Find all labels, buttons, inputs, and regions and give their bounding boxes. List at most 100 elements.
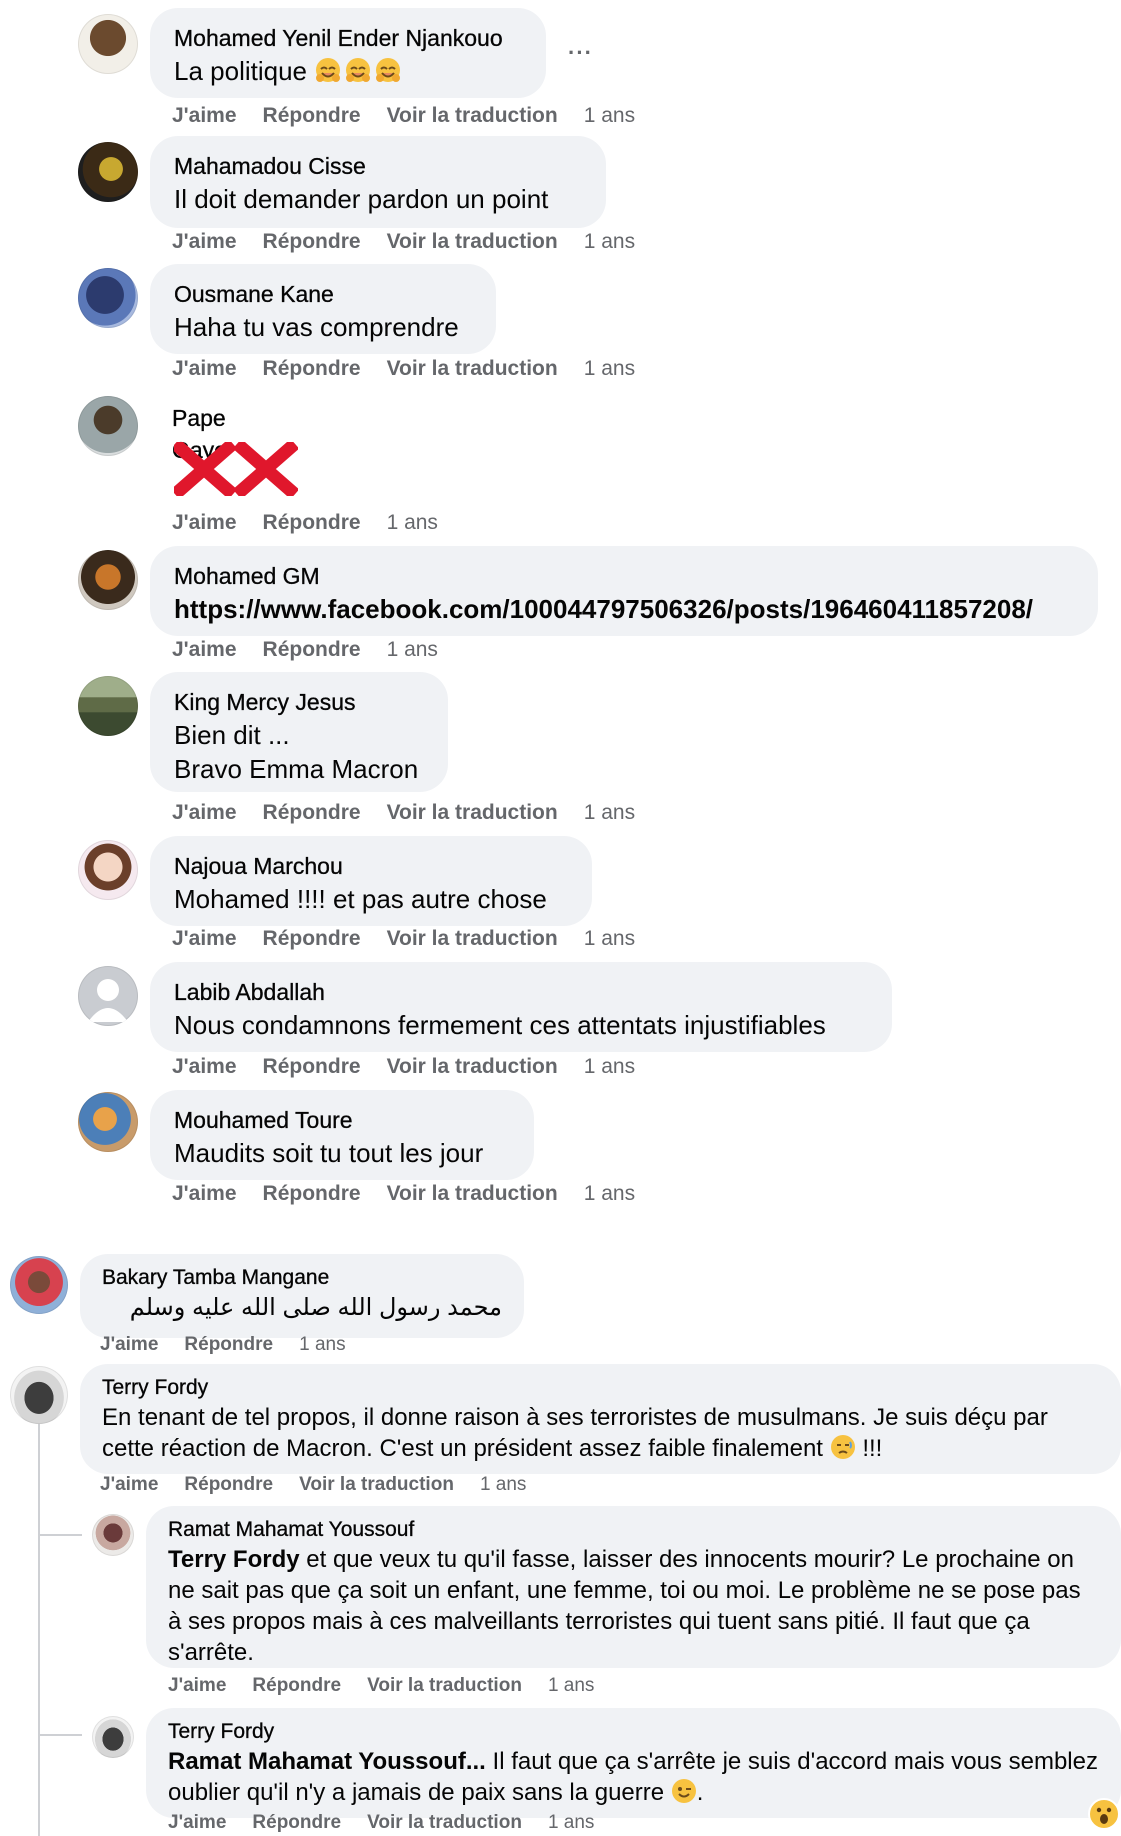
avatar[interactable] (78, 676, 138, 736)
like-button[interactable]: J'aime (172, 230, 237, 253)
avatar[interactable] (78, 966, 138, 1026)
timestamp[interactable]: 1 ans (584, 230, 635, 253)
author-name[interactable]: Mohamed Yenil Ender Njankouo (174, 22, 522, 54)
default-avatar-icon (88, 979, 128, 1022)
comment-bubble: Bakary Tamba Mangane محمد رسول الله صلى … (80, 1254, 524, 1338)
timestamp[interactable]: 1 ans (480, 1474, 526, 1495)
author-name[interactable]: Mouhamed Toure (174, 1104, 510, 1136)
translate-button[interactable]: Voir la traduction (367, 1675, 522, 1696)
reply-button[interactable]: Répondre (184, 1474, 273, 1495)
comment-text: Il doit demander pardon un point (174, 184, 549, 214)
reply-button[interactable]: Répondre (263, 1055, 361, 1078)
avatar[interactable] (78, 1092, 138, 1152)
reply-button[interactable]: Répondre (263, 927, 361, 950)
comment-bubble: Ousmane Kane Haha tu vas comprendre (150, 264, 496, 354)
translate-button[interactable]: Voir la traduction (387, 1055, 558, 1078)
comment-actions: J'aime Répondre 1 ans (172, 638, 464, 662)
comment-bubble: Mouhamed Toure Maudits soit tu tout les … (150, 1090, 534, 1180)
avatar[interactable] (78, 268, 138, 328)
like-button[interactable]: J'aime (172, 104, 237, 127)
like-button[interactable]: J'aime (172, 357, 237, 380)
translate-button[interactable]: Voir la traduction (387, 357, 558, 380)
timestamp[interactable]: 1 ans (548, 1812, 594, 1833)
comment-actions: J'aime Répondre Voir la traduction 1 ans (172, 104, 661, 128)
author-name[interactable]: Najoua Marchou (174, 850, 568, 882)
avatar[interactable] (78, 14, 138, 74)
like-button[interactable]: J'aime (168, 1675, 226, 1696)
reply-button[interactable]: Répondre (184, 1334, 273, 1355)
comment-text: Maudits soit tu tout les jour (174, 1138, 484, 1168)
comment-bubble: King Mercy Jesus Bien dit ... Bravo Emma… (150, 672, 448, 792)
like-button[interactable]: J'aime (100, 1334, 158, 1355)
reply-button[interactable]: Répondre (263, 511, 361, 534)
translate-button[interactable]: Voir la traduction (367, 1812, 522, 1833)
comment-bubble: Najoua Marchou Mohamed !!!! et pas autre… (150, 836, 592, 926)
like-button[interactable]: J'aime (172, 801, 237, 824)
avatar[interactable] (78, 840, 138, 900)
mention-link[interactable]: Ramat Mahamat Youssouf... (168, 1748, 486, 1775)
comment-bubble: Mohamed Yenil Ender Njankouo La politiqu… (150, 8, 546, 98)
like-button[interactable]: J'aime (168, 1812, 226, 1833)
reply-button[interactable]: Répondre (263, 1182, 361, 1205)
comment-actions: J'aime Répondre 1 ans (100, 1334, 372, 1356)
comment-link[interactable]: https://www.facebook.com/100044797506326… (174, 592, 1074, 626)
reply-button[interactable]: Répondre (263, 638, 361, 661)
timestamp[interactable]: 1 ans (387, 638, 438, 661)
translate-button[interactable]: Voir la traduction (387, 801, 558, 824)
like-button[interactable]: J'aime (100, 1474, 158, 1495)
thread-line (38, 1424, 40, 1836)
author-name[interactable]: Mohamed GM (174, 560, 1074, 592)
reply-button[interactable]: Répondre (252, 1812, 341, 1833)
hugging-face-icon (314, 56, 404, 92)
author-name[interactable]: Terry Fordy (168, 1718, 1099, 1746)
timestamp[interactable]: 1 ans (584, 927, 635, 950)
author-name[interactable]: Bakary Tamba Mangane (102, 1264, 502, 1292)
translate-button[interactable]: Voir la traduction (387, 104, 558, 127)
author-name[interactable]: King Mercy Jesus (174, 686, 424, 718)
thread-connector (38, 1534, 82, 1536)
like-button[interactable]: J'aime (172, 638, 237, 661)
avatar[interactable] (10, 1366, 68, 1424)
reply-button[interactable]: Répondre (263, 357, 361, 380)
avatar[interactable] (92, 1514, 134, 1556)
translate-button[interactable]: Voir la traduction (387, 230, 558, 253)
like-button[interactable]: J'aime (172, 511, 237, 534)
comment-actions: J'aime Répondre Voir la traduction 1 ans (172, 927, 661, 951)
timestamp[interactable]: 1 ans (584, 104, 635, 127)
author-name[interactable]: Terry Fordy (102, 1374, 1099, 1402)
comment-bubble: Mohamed GM https://www.facebook.com/1000… (150, 546, 1098, 636)
timestamp[interactable]: 1 ans (584, 357, 635, 380)
comment-text: Haha tu vas comprendre (174, 312, 459, 342)
translate-button[interactable]: Voir la traduction (387, 1182, 558, 1205)
like-button[interactable]: J'aime (172, 1055, 237, 1078)
author-name[interactable]: Mahamadou Cisse (174, 150, 582, 182)
wow-reaction-icon[interactable] (1088, 1798, 1120, 1835)
avatar[interactable] (10, 1256, 68, 1314)
author-name[interactable]: Ramat Mahamat Youssouf (168, 1516, 1099, 1544)
like-button[interactable]: J'aime (172, 1182, 237, 1205)
timestamp[interactable]: 1 ans (584, 1182, 635, 1205)
like-button[interactable]: J'aime (172, 927, 237, 950)
timestamp[interactable]: 1 ans (584, 801, 635, 824)
reply-button[interactable]: Répondre (263, 104, 361, 127)
author-name[interactable]: Ousmane Kane (174, 278, 472, 310)
red-x-icon (170, 438, 300, 501)
reply-button[interactable]: Répondre (263, 230, 361, 253)
avatar[interactable] (92, 1716, 134, 1758)
more-options-icon[interactable]: ··· (568, 40, 593, 66)
mention-link[interactable]: Terry Fordy (168, 1546, 300, 1573)
author-name[interactable]: Labib Abdallah (174, 976, 868, 1008)
avatar[interactable] (78, 142, 138, 202)
reply-button[interactable]: Répondre (252, 1675, 341, 1696)
comment-bubble: Ramat Mahamat Youssouf Terry Fordy et qu… (146, 1506, 1121, 1668)
translate-button[interactable]: Voir la traduction (387, 927, 558, 950)
comment-actions: J'aime Répondre Voir la traduction 1 ans (168, 1812, 620, 1834)
reply-button[interactable]: Répondre (263, 801, 361, 824)
timestamp[interactable]: 1 ans (387, 511, 438, 534)
timestamp[interactable]: 1 ans (299, 1334, 345, 1355)
translate-button[interactable]: Voir la traduction (299, 1474, 454, 1495)
avatar[interactable] (78, 550, 138, 610)
timestamp[interactable]: 1 ans (584, 1055, 635, 1078)
timestamp[interactable]: 1 ans (548, 1675, 594, 1696)
avatar[interactable] (78, 396, 138, 456)
